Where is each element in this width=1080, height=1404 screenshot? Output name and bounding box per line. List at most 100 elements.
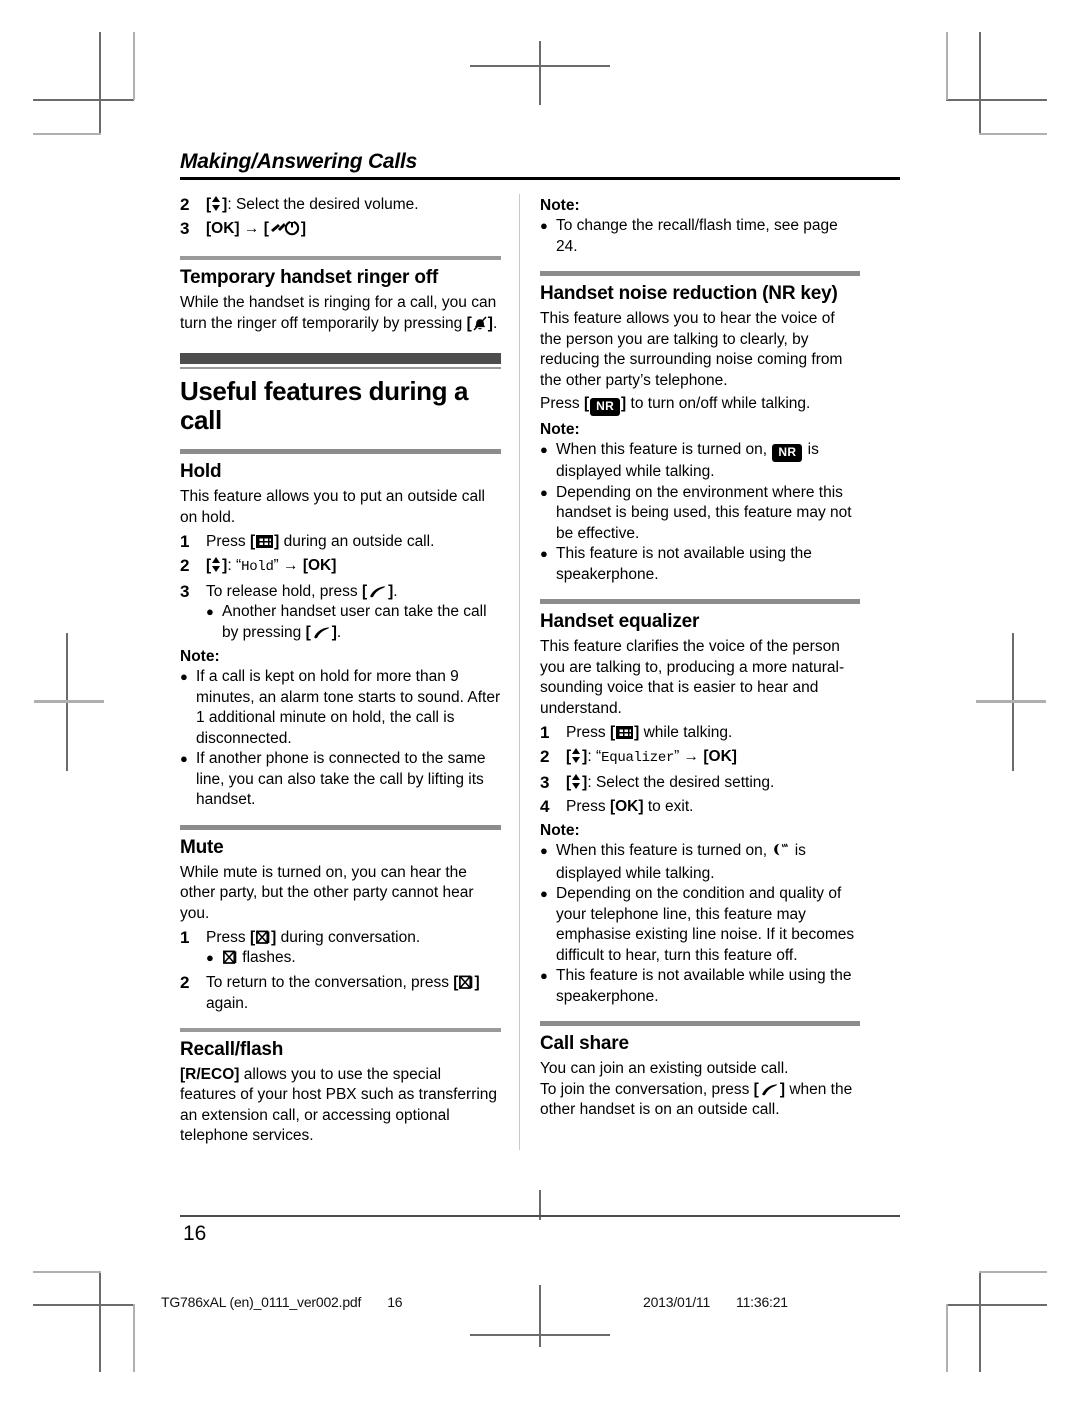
step-body: []: “Equalizer” → [OK] — [566, 748, 737, 766]
mute-step1-pre: Press — [206, 929, 250, 946]
equalizer-intro: This feature clarifies the voice of the … — [540, 638, 845, 717]
talk-key-bracket: [] — [361, 583, 394, 600]
crop-mark-bottom-left-bleed-vertical — [133, 1304, 135, 1372]
step-body: Press [] during conversation. ● flashes. — [206, 927, 501, 969]
nr-indicator-icon: NR — [772, 444, 803, 462]
bullet-row: ● When this feature is turned on, is dis… — [540, 841, 860, 884]
mute-intro: While mute is turned on, you can hear th… — [180, 863, 474, 922]
bullet-body: flashes. — [222, 948, 501, 969]
note-label: Note: — [540, 421, 580, 438]
hold-step3-post: . — [393, 583, 398, 600]
eq-step1-post: while talking. — [639, 724, 733, 741]
nav-up-down-icon — [572, 748, 581, 763]
bullet-dot: ● — [180, 669, 188, 684]
note-label: Note: — [540, 822, 580, 839]
section-separator — [180, 256, 501, 260]
step-number: 3 — [540, 773, 550, 792]
hold-note-1: If a call is kept on hold for more than … — [196, 668, 501, 747]
ok-key-label: [OK] — [206, 220, 240, 237]
menu-keypad-icon — [616, 726, 634, 739]
step-number: 1 — [540, 723, 550, 742]
noise-reduction-press-line: Press [NR] to turn on/off while talking. — [540, 394, 860, 416]
equalizer-heading: Handset equalizer — [540, 611, 700, 632]
mute-icon — [256, 930, 270, 945]
major-section-underbar — [180, 367, 501, 369]
menu-key-bracket: [] — [609, 724, 640, 741]
step-text: : Select the desired volume. — [227, 196, 419, 213]
step-number: 1 — [180, 532, 190, 551]
crop-mark-top-right-bleed-horizontal — [979, 133, 1047, 135]
noise-reduction-heading: Handset noise reduction (NR key) — [540, 283, 838, 304]
talk-key-bracket: [] — [305, 623, 337, 641]
chapter-title: Making/Answering Calls — [180, 150, 418, 173]
page-footer-rule — [180, 1215, 900, 1217]
mute-step2-pre: To return to the conversation, press — [206, 973, 454, 991]
bullet-body: Another handset user can take the call b… — [222, 602, 501, 643]
bullet-dot: ● — [540, 968, 548, 983]
bullet-dot: ● — [540, 886, 548, 901]
mute-separator — [180, 824, 501, 830]
bullet-dot: ● — [540, 218, 548, 233]
call-share-separator — [540, 1021, 860, 1026]
left-column: 2 []: Select the desired volume. 3 [OK] … — [180, 194, 520, 1150]
note-label: Note: — [540, 197, 580, 214]
footer-time: 11:36:21 — [736, 1294, 788, 1310]
two-column-layout: 2 []: Select the desired volume. 3 [OK] … — [180, 194, 900, 1150]
step-body: Press [OK] to exit. — [566, 796, 860, 817]
noise-reduction-separator — [540, 271, 860, 276]
talk-key-bracket: [] — [753, 1080, 786, 1098]
registration-mark-bottom-horizontal — [470, 1334, 610, 1336]
step-row: 1 Press [] while talking. — [540, 722, 860, 743]
eq-note-2: Depending on the condition and quality o… — [556, 885, 855, 964]
footer-file-name: TG786xAL (en)_0111_ver002.pdf — [161, 1294, 362, 1310]
ok-key-label: [OK] — [703, 748, 737, 765]
registration-mark-left-horizontal — [34, 700, 104, 703]
crop-mark-top-left-bleed-vertical — [133, 32, 135, 100]
nr-press-pre: Press — [540, 395, 584, 412]
bullet-row: ● To change the recall/flash time, see p… — [540, 216, 860, 257]
mute-key-bracket: [] — [453, 973, 480, 991]
arrow-glyph: → — [283, 557, 299, 574]
bullet-row: ● When this feature is turned on, NR is … — [540, 440, 860, 483]
call-share-heading: Call share — [540, 1033, 629, 1054]
bullet-row: ● If another phone is connected to the s… — [180, 749, 501, 811]
bullet-row: ● flashes. — [206, 948, 501, 969]
recall-note-1: To change the recall/flash time, see pag… — [556, 217, 838, 255]
step-number: 4 — [540, 797, 550, 816]
nav-key-bracket: [] — [566, 774, 588, 791]
bullet-row: ● This feature is not available while us… — [540, 966, 860, 1007]
bullet-row: ● Depending on the environment where thi… — [540, 483, 860, 545]
talk-handset-icon — [312, 626, 331, 639]
recall-flash-heading: Recall/flash — [180, 1038, 284, 1060]
step-body: []: “Hold” → [OK] — [206, 557, 337, 575]
step-body: Press [] while talking. — [566, 722, 860, 743]
nav-key-bracket: [] — [206, 196, 228, 213]
step-row: 1 Press [] during an outside call. — [180, 531, 501, 552]
step-body: [OK] → [] — [206, 218, 501, 242]
crop-mark-bottom-left-vertical — [99, 1271, 101, 1372]
step-body: []: Select the desired volume. — [206, 194, 501, 215]
page-content: Making/Answering Calls 2 []: Select the … — [180, 150, 900, 1150]
talk-handset-icon — [368, 585, 387, 598]
step-row: 2 []: Select the desired volume. — [180, 194, 501, 215]
note-label: Note: — [180, 648, 220, 665]
ringer-off-key-bracket: [] — [467, 315, 493, 332]
mute-heading: Mute — [180, 836, 224, 858]
step-body: Press [] during an outside call. — [206, 531, 501, 552]
bullet-dot: ● — [540, 484, 548, 500]
hold-step1-pre: Press — [206, 533, 250, 550]
hold-step3-pre: To release hold, press — [206, 583, 362, 600]
mute-key-bracket: [] — [249, 929, 277, 946]
crop-mark-bottom-right-bleed-horizontal — [979, 1271, 1047, 1273]
nr-note1-pre: When this feature is turned on, — [556, 441, 772, 458]
recall-flash-body: [R/ECO] allows you to use the special fe… — [180, 1065, 501, 1147]
ringer-off-icon — [473, 315, 487, 338]
crop-mark-bottom-right-bleed-vertical — [946, 1304, 948, 1372]
eq-note-1: When this feature is turned on, is displ… — [556, 841, 860, 884]
step-number: 3 — [180, 582, 190, 601]
step-row: 3 []: Select the desired setting. — [540, 772, 860, 793]
call-share-line1: You can join an existing outside call. — [540, 1060, 789, 1077]
nr-key-bracket: [NR] — [584, 395, 626, 416]
recall-separator — [180, 1027, 501, 1032]
power-off-icon — [270, 220, 300, 242]
